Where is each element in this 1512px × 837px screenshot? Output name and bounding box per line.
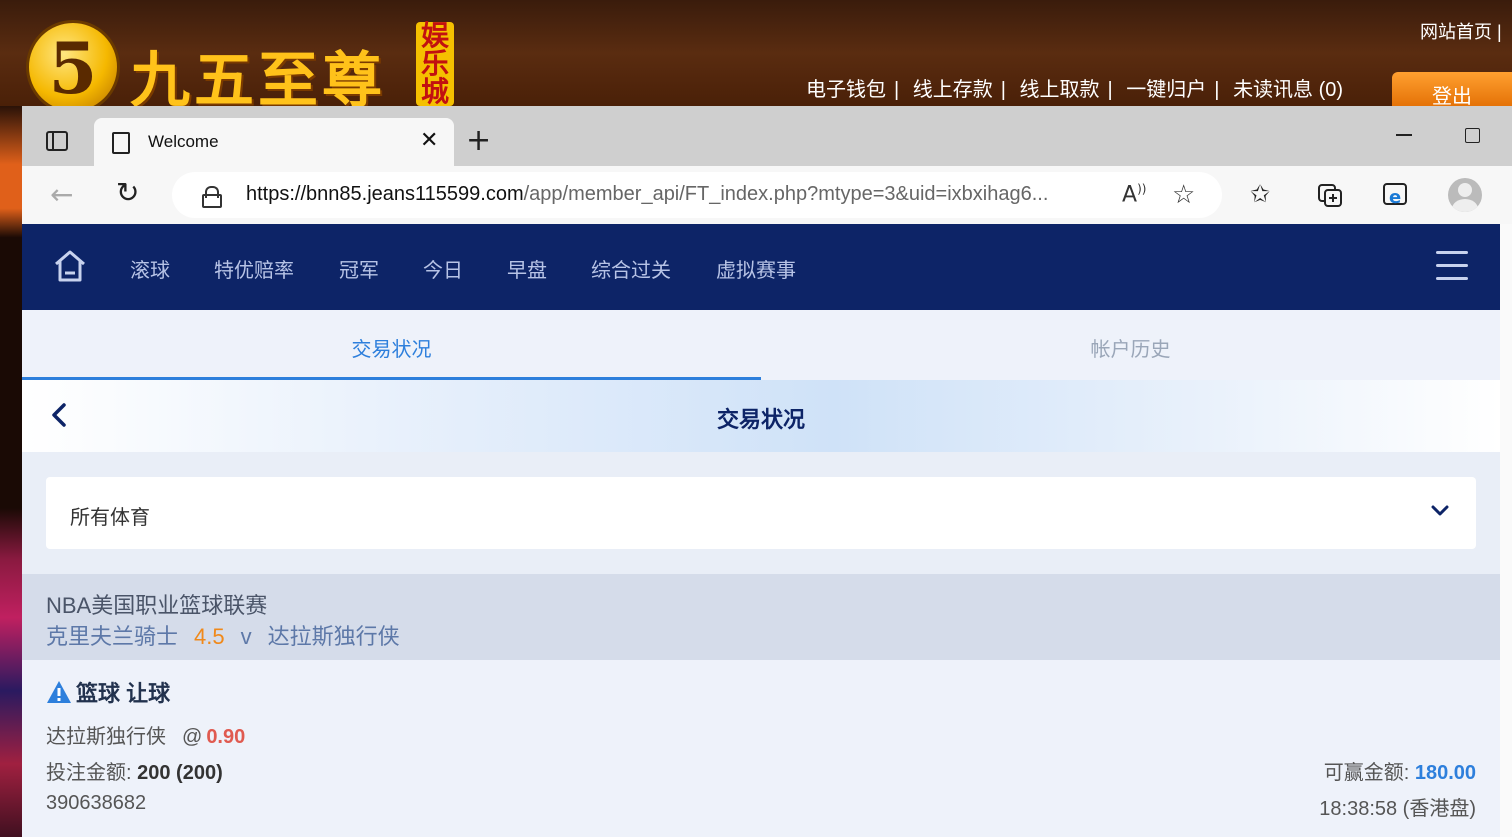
sport-filter-value: 所有体育: [70, 507, 150, 529]
site-home-link[interactable]: 网站首页 |: [1420, 18, 1502, 44]
vs-label: v: [240, 624, 252, 649]
url-text[interactable]: https://bnn85.jeans115599.com/app/member…: [246, 183, 1096, 206]
handicap-value: 4.5: [194, 624, 225, 649]
bet-time: 18:38:58 (香港盘): [1319, 798, 1476, 820]
site-links: 电子钱包 | 线上存款 | 线上取款 | 一键归户 | 未读讯息 (0): [806, 79, 1344, 101]
tab-actions-icon[interactable]: [36, 126, 72, 158]
bet-details: 篮球 让球 达拉斯独行侠 @0.90 投注金额: 200 (200) 可赢金额: …: [22, 660, 1500, 837]
nav-outright[interactable]: 冠军: [339, 254, 379, 283]
collections-icon[interactable]: [1316, 182, 1344, 208]
bet-type-label: 篮球 让球: [76, 681, 171, 706]
home-icon[interactable]: [52, 248, 88, 284]
nav-today[interactable]: 今日: [423, 254, 463, 283]
link-deposit[interactable]: 线上存款: [913, 79, 993, 101]
browser-toolbar: ← ↻ https://bnn85.jeans115599.com/app/me…: [22, 166, 1512, 224]
site-header: 5 九五至尊 娱乐城 网站首页 | 电子钱包 | 线上存款 | 线上取款 | 一键归户…: [0, 0, 1512, 116]
at-symbol: @: [182, 726, 203, 748]
page-viewport: 滚球 特优赔率 冠军 今日 早盘 综合过关 虚拟赛事 交易状况 帐户历史 交易状…: [22, 224, 1500, 837]
page-title: 交易状况: [716, 407, 805, 432]
nav-inplay[interactable]: 滚球: [130, 254, 170, 283]
home-team: 克里夫兰骑士: [46, 624, 179, 649]
page-scrollbar[interactable]: [1500, 224, 1512, 837]
stake-row: 投注金额: 200 (200): [46, 756, 223, 785]
nav-parlay[interactable]: 综合过关: [591, 254, 671, 283]
page-title-bar: 交易状况: [22, 380, 1500, 452]
profile-avatar[interactable]: [1448, 178, 1482, 212]
win-row: 可赢金额: 180.00: [1324, 756, 1476, 785]
league-name: NBA美国职业篮球联赛: [46, 593, 268, 618]
link-messages[interactable]: 未读讯息 (0): [1233, 79, 1343, 101]
league-header: NBA美国职业篮球联赛 克里夫兰骑士 4.5 v 达拉斯独行侠: [22, 574, 1500, 660]
nav-special-odds[interactable]: 特优赔率: [214, 254, 294, 283]
win-label: 可赢金额:: [1323, 762, 1410, 784]
nav-virtual[interactable]: 虚拟赛事: [716, 254, 796, 283]
ticket-id: 390638682: [46, 792, 147, 814]
sport-filter-select[interactable]: 所有体育: [46, 477, 1476, 549]
bet-pick: 达拉斯独行侠 @0.90: [46, 720, 245, 749]
browser-tab[interactable]: Welcome ✕: [94, 118, 454, 166]
favorites-icon[interactable]: ✩: [1250, 180, 1270, 208]
maximize-icon[interactable]: [1465, 128, 1480, 143]
read-aloud-icon[interactable]: A)): [1122, 182, 1146, 207]
minimize-icon[interactable]: [1396, 134, 1412, 136]
pick-team: 达拉斯独行侠: [46, 726, 166, 748]
back-arrow-icon[interactable]: ←: [50, 178, 73, 211]
chevron-down-icon[interactable]: [1430, 503, 1450, 519]
tab-bar: Welcome ✕ +: [22, 106, 1512, 166]
bet-type: 篮球 让球: [46, 676, 170, 708]
background-banner: [0, 106, 22, 837]
add-favorite-icon[interactable]: ☆: [1172, 180, 1195, 210]
link-withdraw[interactable]: 线上取款: [1020, 79, 1100, 101]
match-line: 克里夫兰骑士 4.5 v 达拉斯独行侠: [46, 619, 400, 651]
stake-value: 200 (200): [137, 762, 223, 784]
nav-early[interactable]: 早盘: [507, 254, 547, 283]
svg-text:e: e: [1389, 187, 1401, 208]
win-value: 180.00: [1414, 762, 1476, 784]
site-logo-badge: 娱乐城: [416, 22, 454, 106]
site-logo-icon: 5: [26, 20, 120, 114]
tab-transactions[interactable]: 交易状况: [22, 310, 761, 380]
tab-account-history[interactable]: 帐户历史: [761, 310, 1500, 380]
sub-tabs: 交易状况 帐户历史: [22, 310, 1500, 380]
hamburger-menu-icon[interactable]: [1436, 251, 1468, 281]
link-wallet[interactable]: 电子钱包: [806, 79, 886, 101]
address-bar[interactable]: https://bnn85.jeans115599.com/app/member…: [172, 172, 1222, 218]
away-team: 达拉斯独行侠: [267, 624, 400, 649]
stake-label: 投注金额:: [46, 762, 132, 784]
warning-icon: [47, 681, 71, 703]
tab-title: Welcome: [148, 132, 219, 151]
ie-mode-icon[interactable]: e: [1382, 182, 1410, 208]
close-tab-icon[interactable]: ✕: [420, 128, 438, 153]
link-consolidate[interactable]: 一键归户: [1126, 79, 1206, 101]
document-icon: [112, 132, 130, 154]
lock-icon[interactable]: [202, 186, 222, 208]
odds-value: 0.90: [206, 726, 246, 748]
new-tab-icon[interactable]: +: [466, 126, 491, 156]
top-nav: 滚球 特优赔率 冠军 今日 早盘 综合过关 虚拟赛事: [22, 224, 1500, 310]
reload-icon[interactable]: ↻: [116, 176, 139, 209]
browser-window: Welcome ✕ + ← ↻ https://bnn85.jeans11559…: [22, 106, 1512, 837]
